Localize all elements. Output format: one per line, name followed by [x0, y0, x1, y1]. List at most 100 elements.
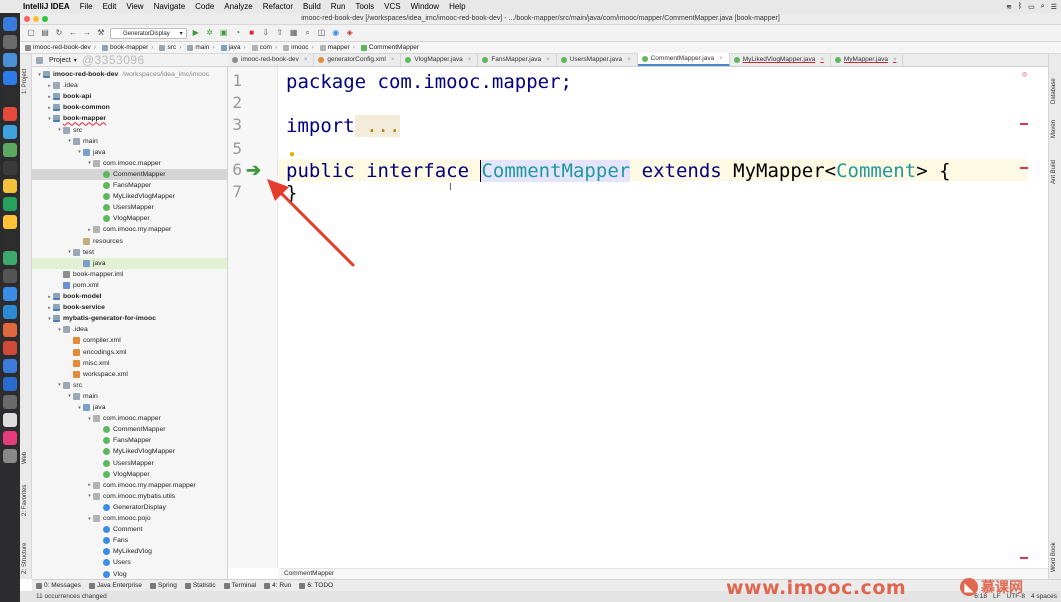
tree-node[interactable]: ▾ test: [32, 247, 227, 258]
tree-node[interactable]: ▸ com.imooc.my.mapper.mapper: [32, 480, 227, 491]
tree-node[interactable]: compiler.xml: [32, 335, 227, 346]
menu-analyze[interactable]: Analyze: [219, 2, 257, 11]
code-editor[interactable]: package com.imooc.mapper; import ... ● p…: [279, 67, 1028, 568]
expand-toggle-icon[interactable]: ▾: [56, 382, 63, 388]
expand-toggle-icon[interactable]: ▸: [86, 482, 93, 488]
plugin-icon[interactable]: ◉: [331, 28, 341, 38]
menu-tools[interactable]: Tools: [350, 2, 379, 11]
maven-tool-tab[interactable]: Maven: [1051, 120, 1057, 138]
dock-app-icon[interactable]: [3, 143, 17, 157]
expand-toggle-icon[interactable]: ▸: [46, 83, 53, 89]
tree-node[interactable]: FansMapper: [32, 180, 227, 191]
tree-node[interactable]: MyLikedVlogMapper: [32, 191, 227, 202]
favorites-tool-tab[interactable]: 2: Favorites: [22, 485, 28, 516]
breadcrumb-item[interactable]: src ›: [156, 44, 184, 51]
menu-run[interactable]: Run: [326, 2, 351, 11]
dock-app-icon[interactable]: [3, 359, 17, 373]
menu-app[interactable]: IntelliJ IDEA: [18, 2, 75, 11]
menu-window[interactable]: Window: [406, 2, 444, 11]
breadcrumb-item[interactable]: main ›: [184, 44, 217, 51]
expand-toggle-icon[interactable]: ▾: [46, 116, 53, 122]
editor-tab[interactable]: MyLikedVlogMapper.java ×: [730, 53, 831, 66]
expand-toggle-icon[interactable]: ▾: [76, 149, 83, 155]
word-book-tool-tab[interactable]: Word Book: [1051, 542, 1057, 572]
project-tool-tab[interactable]: 1: Project: [22, 69, 28, 94]
control-center-icon[interactable]: ☰: [1051, 3, 1057, 11]
tree-node[interactable]: workspace.xml: [32, 369, 227, 380]
tree-node[interactable]: Vlog: [32, 569, 227, 580]
error-marker[interactable]: [1020, 167, 1028, 169]
bluetooth-icon[interactable]: ᛒ: [1018, 3, 1022, 10]
dock-app-icon[interactable]: [3, 377, 17, 391]
debug-icon[interactable]: ✲: [205, 28, 215, 38]
tree-node[interactable]: ▾ src: [32, 125, 227, 136]
build-icon[interactable]: ⚒: [96, 28, 106, 38]
tree-node[interactable]: ▾ com.imooc.mapper: [32, 158, 227, 169]
close-tab-icon[interactable]: ×: [546, 57, 550, 63]
dock-app-icon[interactable]: [3, 269, 17, 283]
tree-node[interactable]: FansMapper: [32, 435, 227, 446]
breadcrumb-item[interactable]: book-mapper ›: [99, 44, 156, 51]
expand-toggle-icon[interactable]: ▸: [46, 94, 53, 100]
back-icon[interactable]: ←: [68, 28, 78, 38]
menu-file[interactable]: File: [75, 2, 98, 11]
tree-node[interactable]: misc.xml: [32, 358, 227, 369]
tree-node[interactable]: MyLikedVlog: [32, 546, 227, 557]
menu-help[interactable]: Help: [444, 2, 470, 11]
dock-app-icon[interactable]: [3, 125, 17, 139]
tree-node[interactable]: ▾ book-mapper: [32, 113, 227, 124]
tree-node[interactable]: ▸ com.imooc.my.mapper: [32, 224, 227, 235]
breadcrumb-item[interactable]: com ›: [249, 44, 280, 51]
close-tab-icon[interactable]: ×: [893, 57, 897, 63]
tree-node[interactable]: ▸ book-api: [32, 91, 227, 102]
tree-node[interactable]: ▾ src: [32, 380, 227, 391]
inspection-icon[interactable]: ◎: [1022, 71, 1027, 78]
editor-tab[interactable]: UsersMapper.java ×: [557, 53, 638, 66]
editor-tab[interactable]: CommentMapper.java ×: [637, 53, 730, 66]
dock-app-icon[interactable]: [3, 413, 17, 427]
close-tab-icon[interactable]: ×: [820, 57, 824, 63]
profile-icon[interactable]: ◔: [233, 28, 243, 38]
dock-app-icon[interactable]: [3, 287, 17, 301]
error-marker[interactable]: [1020, 557, 1028, 559]
expand-toggle-icon[interactable]: ▸: [46, 305, 53, 311]
bottom-tool-tab[interactable]: 0: Messages: [36, 582, 81, 589]
close-window-icon[interactable]: [24, 16, 30, 22]
expand-toggle-icon[interactable]: ▸: [86, 227, 93, 233]
minimize-window-icon[interactable]: [33, 16, 39, 22]
dock-app-icon[interactable]: [3, 395, 17, 409]
tree-node[interactable]: ▸ book-common: [32, 102, 227, 113]
search-everywhere-icon[interactable]: ⌕: [303, 28, 313, 38]
breadcrumb-item[interactable]: CommentMapper: [358, 44, 422, 51]
structure-tool-tab[interactable]: Z: Structure: [22, 543, 28, 574]
close-tab-icon[interactable]: ×: [627, 57, 631, 63]
project-view-select[interactable]: Project: [49, 57, 71, 64]
tree-node[interactable]: book-mapper.iml: [32, 269, 227, 280]
tree-node[interactable]: UsersMapper: [32, 202, 227, 213]
vcs-commit-icon[interactable]: ⇧: [275, 28, 285, 38]
tree-node[interactable]: Users: [32, 557, 227, 568]
expand-toggle-icon[interactable]: ▾: [86, 416, 93, 422]
expand-toggle-icon[interactable]: ▾: [36, 72, 43, 78]
dock-app-icon[interactable]: [3, 161, 17, 175]
expand-toggle-icon[interactable]: ▾: [86, 493, 93, 499]
bottom-tool-tab[interactable]: Spring: [150, 582, 177, 589]
editor-breadcrumb[interactable]: CommentMapper: [279, 568, 1048, 579]
dock-app-icon[interactable]: [3, 305, 17, 319]
expand-toggle-icon[interactable]: ▾: [76, 405, 83, 411]
zoom-window-icon[interactable]: [42, 16, 48, 22]
spotlight-icon[interactable]: ⌕: [1041, 3, 1045, 11]
tree-node[interactable]: ▾ imooc-red-book-dev/workspaces/idea_imc/…: [32, 69, 227, 80]
expand-toggle-icon[interactable]: ▾: [86, 160, 93, 166]
tree-node[interactable]: UsersMapper: [32, 458, 227, 469]
tree-node[interactable]: ▾ com.imooc.mapper: [32, 413, 227, 424]
web-tool-tab[interactable]: Web: [22, 452, 28, 464]
tree-node[interactable]: ▾ java: [32, 402, 227, 413]
bottom-tool-tab[interactable]: Statistic: [184, 582, 216, 589]
error-marker[interactable]: [1020, 123, 1028, 125]
coverage-icon[interactable]: ▣: [219, 28, 229, 38]
dock-app-icon[interactable]: [3, 449, 17, 463]
breadcrumb-item[interactable]: imooc-red-book-dev ›: [22, 44, 99, 51]
tree-node[interactable]: ▾ mybatis-generator-for-imooc: [32, 313, 227, 324]
editor-tab[interactable]: imooc-red-book-dev ×: [228, 53, 315, 66]
